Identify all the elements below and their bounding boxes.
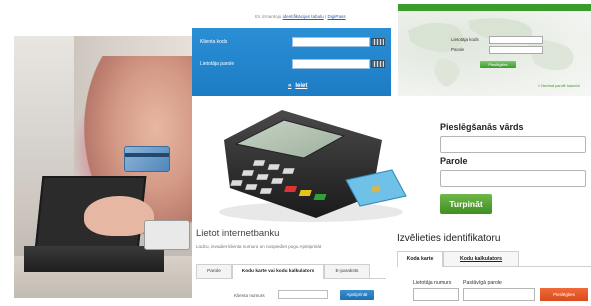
internet-bank-title: Lietot internetbanku bbox=[196, 228, 280, 239]
tab-code-card-calculator[interactable]: Kodu karte vai kodu kalkulators bbox=[232, 264, 324, 279]
user-number-label: Lietotāja numurs bbox=[413, 280, 452, 286]
user-code-label: Lietotāja kods bbox=[451, 37, 479, 42]
green-header-bar bbox=[398, 4, 591, 11]
continue-button[interactable]: Turpināt bbox=[440, 194, 492, 214]
user-password-label: Lietotāja parole bbox=[200, 61, 235, 67]
identifier-login-button[interactable]: Pieslēgties bbox=[540, 288, 588, 301]
identification-table-link[interactable]: identifikācijas tabulu bbox=[283, 14, 324, 19]
green-password-label: Parole bbox=[451, 47, 465, 52]
tab-code-card[interactable]: Koda karte bbox=[397, 251, 443, 267]
password-label: Parole bbox=[440, 156, 468, 166]
tab-code-calculator-label: Kodu kalkulators bbox=[459, 256, 503, 262]
green-login-button[interactable]: Pieslēgties bbox=[480, 61, 516, 68]
green-password-input[interactable] bbox=[489, 46, 543, 54]
card-terminal-image bbox=[219, 110, 407, 222]
internet-bank-instructions: Lūdzu, ievadiet klienta numuru un nospie… bbox=[196, 244, 322, 249]
user-password-input[interactable] bbox=[292, 59, 370, 69]
virtual-keyboard-icon[interactable] bbox=[371, 38, 385, 46]
digipass-link[interactable]: DigiPass bbox=[327, 14, 345, 19]
confirm-button[interactable]: Apstiprināt bbox=[340, 290, 374, 300]
tab-e-signature[interactable]: E-paraksts bbox=[324, 264, 370, 278]
client-code-label: Klienta kods bbox=[200, 39, 228, 45]
password-input[interactable] bbox=[440, 170, 586, 187]
client-number-label: Klienta numurs bbox=[234, 293, 265, 298]
login-link-label: Ieiet bbox=[295, 83, 308, 89]
permanent-password-input[interactable] bbox=[463, 288, 535, 301]
client-number-input[interactable] bbox=[278, 290, 328, 299]
permanent-password-label: Pastāvīgā parole bbox=[463, 280, 502, 286]
auth-method-links: Es izmantoju identifikācijas tabulu | Di… bbox=[255, 14, 391, 24]
username-input[interactable] bbox=[440, 136, 586, 153]
user-number-input[interactable] bbox=[413, 288, 459, 301]
blue-login-panel: Klienta kods Lietotāja parole » Ieiet bbox=[192, 28, 391, 96]
login-link[interactable]: » Ieiet bbox=[288, 83, 307, 89]
auth-method-prefix: Es izmantoju bbox=[255, 14, 282, 19]
identifier-title: Izvēlieties identifikatoru bbox=[397, 233, 501, 244]
forgot-password-link[interactable]: » Nezinat parolē tuanzini bbox=[538, 84, 580, 88]
identifier-tabs: Koda karte Kodu kalkulators bbox=[397, 250, 591, 267]
user-code-input[interactable] bbox=[489, 36, 543, 44]
login-arrow-icon: » bbox=[288, 83, 292, 89]
client-code-input[interactable] bbox=[292, 37, 370, 47]
woman-laptop-photo bbox=[14, 36, 192, 298]
virtual-keyboard-icon[interactable] bbox=[371, 60, 385, 68]
credit-card-icon bbox=[124, 146, 170, 172]
tab-password[interactable]: Parole bbox=[196, 264, 232, 278]
username-label: Pieslēgšanās vārds bbox=[440, 122, 524, 132]
tab-code-calculator[interactable]: Kodu kalkulators bbox=[443, 251, 519, 266]
internet-bank-tabs: Parole Kodu karte vai kodu kalkulators E… bbox=[196, 262, 386, 279]
